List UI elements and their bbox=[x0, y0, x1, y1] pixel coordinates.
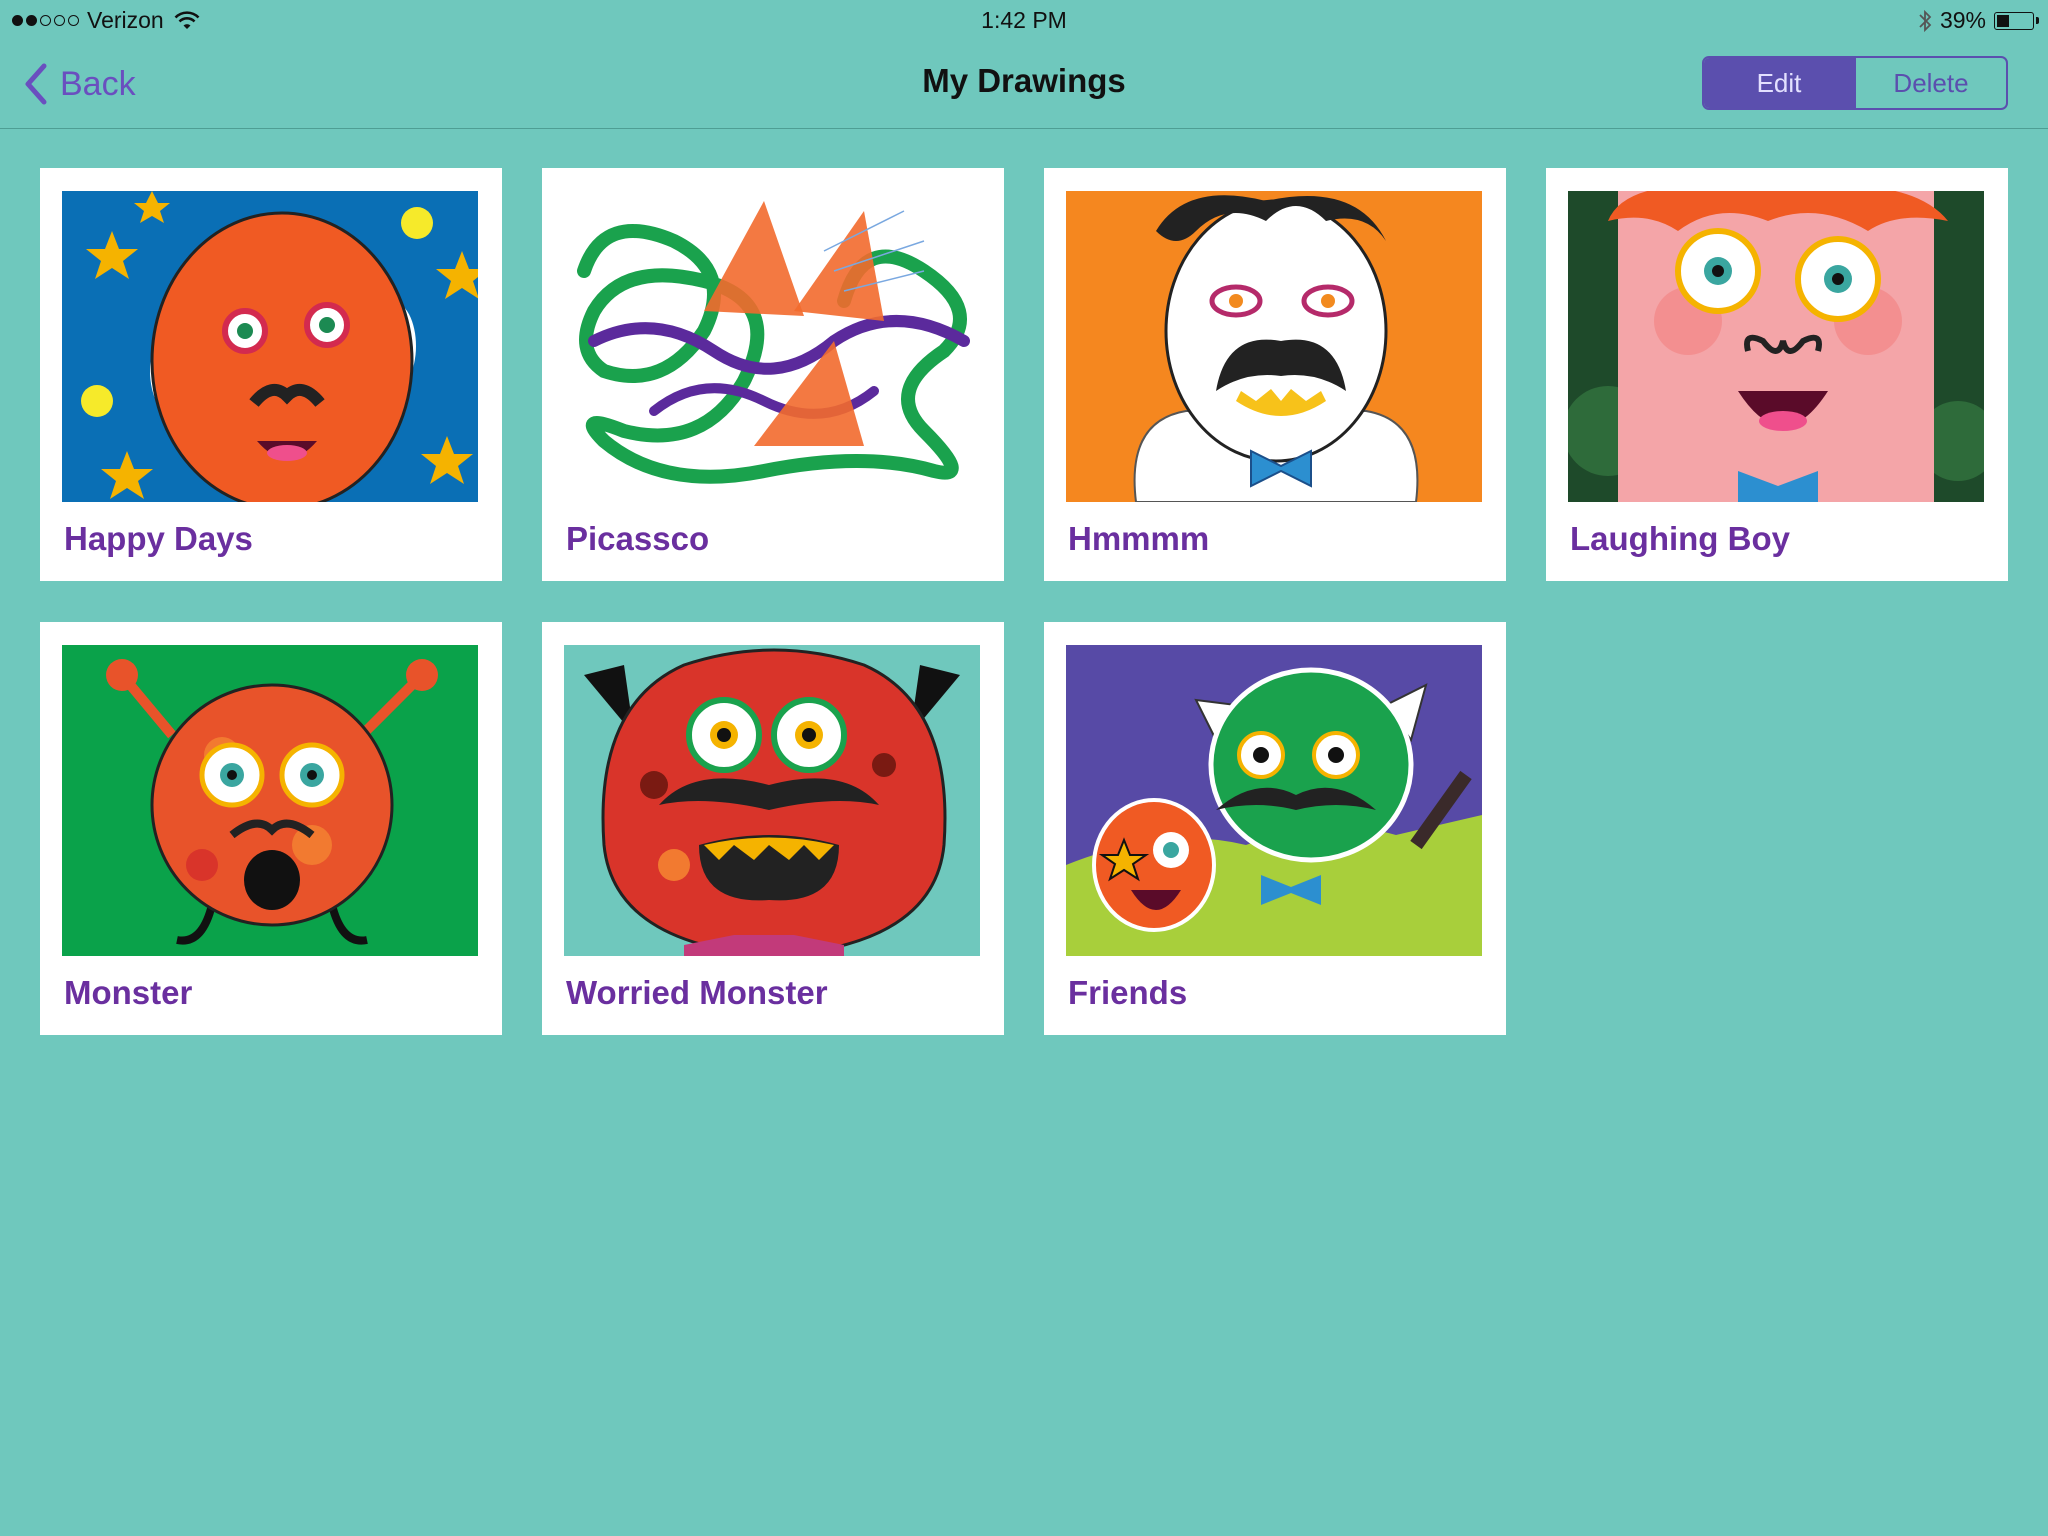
delete-button[interactable]: Delete bbox=[1854, 58, 2006, 108]
drawing-card-worried-monster[interactable]: Worried Monster bbox=[542, 622, 1004, 1035]
status-right: 39% bbox=[1918, 7, 2039, 34]
drawing-title: Friends bbox=[1068, 974, 1188, 1011]
drawing-title: Hmmmm bbox=[1068, 520, 1210, 557]
drawing-card-happy-days[interactable]: Happy Days bbox=[40, 168, 502, 581]
drawing-card-picassco[interactable]: Picassco bbox=[542, 168, 1004, 581]
bluetooth-icon bbox=[1919, 9, 1932, 32]
drawing-thumbnail bbox=[564, 191, 980, 502]
drawing-card-monster[interactable]: Monster bbox=[40, 622, 502, 1035]
battery-level bbox=[1997, 14, 2010, 27]
drawing-card-hmmmm[interactable]: Hmmmm bbox=[1044, 168, 1506, 581]
drawing-thumbnail bbox=[1066, 191, 1482, 502]
drawing-thumbnail bbox=[1568, 191, 1984, 502]
status-bar: Verizon 1:42 PM 39% bbox=[0, 0, 2048, 40]
drawing-title: Monster bbox=[64, 974, 193, 1011]
drawing-card-friends[interactable]: Friends bbox=[1044, 622, 1506, 1035]
drawing-card-laughing-boy[interactable]: Laughing Boy bbox=[1546, 168, 2008, 581]
drawing-title: Laughing Boy bbox=[1570, 520, 1790, 557]
battery-icon bbox=[1994, 11, 2039, 30]
drawing-thumbnail bbox=[62, 645, 478, 956]
clock: 1:42 PM bbox=[981, 7, 1067, 33]
drawing-thumbnail bbox=[564, 645, 980, 956]
drawing-thumbnail bbox=[1066, 645, 1482, 956]
drawing-title: Happy Days bbox=[64, 520, 253, 557]
drawings-grid: Happy Days Picassco Hmmmm Laughing Boy M… bbox=[40, 168, 2008, 1035]
battery-percent: 39% bbox=[1939, 7, 1986, 33]
drawing-title: Picassco bbox=[566, 520, 710, 557]
drawing-title: Worried Monster bbox=[566, 974, 828, 1011]
navigation-bar: Back My Drawings Edit Delete bbox=[0, 40, 2048, 129]
edit-delete-segmented-control: Edit Delete bbox=[1702, 56, 2008, 110]
drawing-thumbnail bbox=[62, 191, 478, 502]
edit-button[interactable]: Edit bbox=[1704, 58, 1854, 108]
